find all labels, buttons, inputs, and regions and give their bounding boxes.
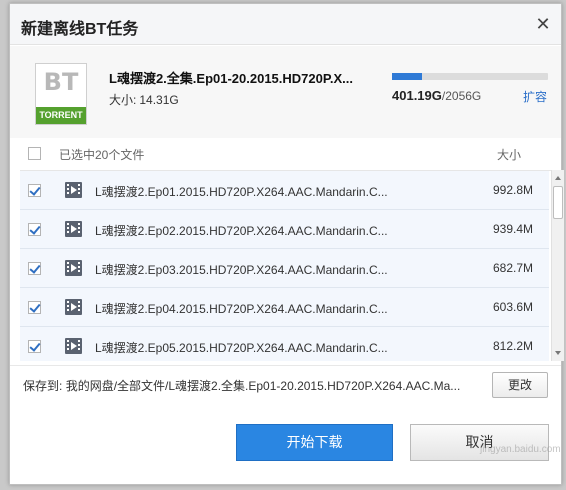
- file-checkbox[interactable]: [28, 262, 41, 275]
- video-file-icon: [65, 299, 82, 315]
- dialog-titlebar: 新建离线BT任务 ✕: [10, 4, 561, 45]
- new-bt-task-dialog: 新建离线BT任务 ✕ BT TORRENT L魂摆渡2.全集.Ep01-20.2…: [9, 3, 564, 485]
- scrollbar-thumb[interactable]: [553, 186, 563, 219]
- watermark: jingyan.baidu.com: [480, 444, 561, 455]
- close-icon[interactable]: ✕: [533, 14, 553, 34]
- file-list[interactable]: L魂摆渡2.Ep01.2015.HD720P.X264.AAC.Mandarin…: [20, 170, 551, 361]
- save-location-label: 保存到:: [23, 379, 63, 393]
- storage-used: 401.19G: [392, 88, 442, 103]
- size-column-header: 大小: [496, 148, 521, 162]
- storage-total: 2056G: [445, 89, 482, 103]
- file-checkbox[interactable]: [28, 184, 41, 197]
- file-checkbox[interactable]: [28, 223, 41, 236]
- file-row[interactable]: L魂摆渡2.Ep01.2015.HD720P.X264.AAC.Mandarin…: [20, 171, 549, 210]
- save-location-path: 我的网盘/全部文件/L魂摆渡2.全集.Ep01-20.2015.HD720P.X…: [65, 379, 461, 393]
- file-row[interactable]: L魂摆渡2.Ep02.2015.HD720P.X264.AAC.Mandarin…: [20, 210, 549, 249]
- change-location-button[interactable]: 更改: [492, 372, 548, 398]
- file-name: L魂摆渡2.Ep05.2015.HD720P.X264.AAC.Mandarin…: [95, 341, 388, 355]
- file-name: L魂摆渡2.Ep04.2015.HD720P.X264.AAC.Mandarin…: [95, 302, 388, 316]
- file-size: 682.7M: [492, 261, 533, 275]
- start-download-button[interactable]: 开始下载: [236, 424, 393, 461]
- save-location: 保存到: 我的网盘/全部文件/L魂摆渡2.全集.Ep01-20.2015.HD7…: [23, 377, 488, 394]
- divider: [10, 365, 561, 366]
- select-all-checkbox[interactable]: [28, 147, 41, 160]
- video-file-icon: [65, 338, 82, 354]
- torrent-info-header: BT TORRENT L魂摆渡2.全集.Ep01-20.2015.HD720P.…: [10, 46, 561, 138]
- file-checkbox[interactable]: [28, 340, 41, 353]
- torrent-name: L魂摆渡2.全集.Ep01-20.2015.HD720P.X...: [109, 71, 353, 86]
- expand-storage-link[interactable]: 扩容: [523, 88, 547, 105]
- torrent-file-icon: BT TORRENT: [35, 63, 87, 125]
- video-file-icon: [65, 260, 82, 276]
- video-file-icon: [65, 221, 82, 237]
- torrent-icon-label: TORRENT: [36, 107, 86, 124]
- torrent-icon-bt-text: BT: [43, 68, 79, 96]
- file-size: 812.2M: [492, 339, 533, 353]
- file-name: L魂摆渡2.Ep02.2015.HD720P.X264.AAC.Mandarin…: [95, 224, 388, 238]
- storage-quota-bar: [392, 73, 548, 80]
- file-row[interactable]: L魂摆渡2.Ep03.2015.HD720P.X264.AAC.Mandarin…: [20, 249, 549, 288]
- scroll-up-arrow-icon[interactable]: [552, 172, 564, 184]
- torrent-size-label: 大小:: [109, 93, 137, 107]
- file-row[interactable]: L魂摆渡2.Ep04.2015.HD720P.X264.AAC.Mandarin…: [20, 288, 549, 327]
- file-list-scrollbar[interactable]: [551, 170, 564, 361]
- selected-count: 已选中20个文件: [59, 148, 145, 162]
- torrent-size-value: 14.31G: [139, 93, 179, 107]
- file-row[interactable]: L魂摆渡2.Ep05.2015.HD720P.X264.AAC.Mandarin…: [20, 327, 549, 361]
- scroll-down-arrow-icon[interactable]: [552, 347, 564, 359]
- file-checkbox[interactable]: [28, 301, 41, 314]
- file-name: L魂摆渡2.Ep03.2015.HD720P.X264.AAC.Mandarin…: [95, 263, 388, 277]
- cancel-button[interactable]: 取消: [410, 424, 549, 461]
- file-size: 603.6M: [492, 300, 533, 314]
- file-size: 992.8M: [492, 183, 533, 197]
- file-list-header: 已选中20个文件 大小: [10, 139, 561, 169]
- storage-quota-text: 401.19G/2056G: [392, 88, 481, 103]
- torrent-size: 大小: 14.31G: [109, 91, 179, 108]
- storage-quota-fill: [392, 73, 423, 80]
- file-size: 939.4M: [492, 222, 533, 236]
- video-file-icon: [65, 182, 82, 198]
- dialog-title: 新建离线BT任务: [21, 21, 139, 38]
- file-name: L魂摆渡2.Ep01.2015.HD720P.X264.AAC.Mandarin…: [95, 185, 388, 199]
